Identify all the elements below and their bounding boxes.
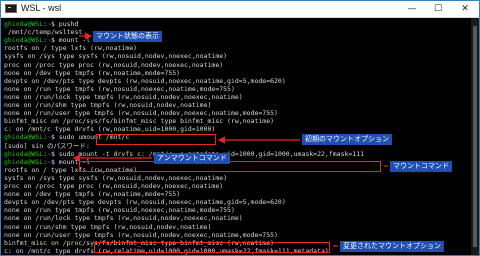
title-bar[interactable]: WSL - wsl — ☐ ✕: [1, 1, 479, 18]
terminal-text: binfmt_misc on /proc/sys/fs/binfmt_misc …: [4, 117, 275, 126]
callout-unmount-command: アンマウントコマンド: [154, 153, 230, 164]
prompt-user: ghioda@WSL: [4, 149, 44, 158]
vertical-scrollbar[interactable]: [471, 18, 479, 255]
callout-mount-command: マウントコマンド: [390, 161, 452, 172]
callout-changed-options: 変更されたマウントオプション: [340, 241, 444, 252]
terminal-text: none on /run/user type tmpfs (rw,nosuid,…: [4, 109, 278, 118]
terminal-text: proc on /proc type proc (rw,nosuid,nodev…: [4, 60, 224, 69]
maximize-button[interactable]: ☐: [425, 1, 451, 17]
prompt-user: ghioda@WSL: [4, 157, 44, 166]
prompt-user: ghioda@WSL: [4, 20, 44, 28]
terminal-text: none on /dev type tmpfs (rw,noatime,mode…: [4, 190, 181, 199]
terminal-text: none on /run/user type tmpfs (rw,nosuid,…: [4, 230, 278, 239]
terminal-text: none on /run/lock type tmpfs (rw,nosuid,…: [4, 92, 243, 101]
terminal-text: none on /dev type tmpfs (rw,noatime,mode…: [4, 68, 181, 77]
terminal-text: rootfs on / type lxfs (rw,noatime): [4, 44, 138, 53]
scrollbar-thumb[interactable]: [473, 26, 477, 247]
terminal-text: proc on /proc type proc (rw,nosuid,nodev…: [4, 182, 224, 190]
prompt-user: ghioda@WSL: [4, 133, 44, 142]
terminal-text: none on /run/lock type tmpfs (rw,nosuid,…: [4, 214, 243, 223]
terminal-text: none on /run/shm type tmpfs (rw,nosuid,n…: [4, 222, 212, 231]
wsl-window: WSL - wsl — ☐ ✕ ghioda@WSL:~$ pushd /mnt…: [0, 0, 480, 256]
close-button[interactable]: ✕: [451, 1, 479, 17]
callout-initial-options: 初期のマウントオプション: [302, 134, 392, 145]
terminal-output[interactable]: ghioda@WSL:~$ pushd /mnt/c/temp/wsltest g…: [1, 18, 471, 255]
window-title: WSL - wsl: [21, 3, 62, 13]
terminal-text: none on /run type tmpfs (rw,nosuid,noexe…: [4, 84, 235, 93]
terminal-text: $ mount -l: [50, 36, 91, 45]
maximize-icon: ☐: [433, 4, 443, 14]
highlight-initial-options: [96, 134, 216, 145]
terminal-text: c: on /mnt/c type drvfs (rw,noatime,uid=…: [4, 125, 216, 134]
minimize-icon: —: [407, 4, 417, 14]
terminal-text: sysfs on /sys type sysfs (rw,nosuid,node…: [4, 173, 228, 182]
terminal-app-icon: [5, 4, 17, 13]
close-icon: ✕: [461, 4, 469, 14]
terminal-text: sysfs on /sys type sysfs (rw,nosuid,node…: [4, 52, 228, 61]
terminal-text: none on /run/shm type tmpfs (rw,nosuid,n…: [4, 101, 212, 109]
highlight-changed-options: [94, 242, 330, 253]
callout-mount-status: マウント状態の表示: [93, 31, 162, 42]
terminal-text: [sudo] sin のパスワード:: [4, 141, 90, 150]
terminal-text: $ pushd: [50, 20, 79, 28]
minimize-button[interactable]: —: [399, 1, 425, 17]
highlight-mount-command: [79, 161, 381, 172]
terminal-text: /mnt/c/temp/wsltest: [4, 28, 83, 37]
terminal-text: devpts on /dev/pts type devpts (rw,nosui…: [4, 76, 286, 85]
terminal-text: devpts on /dev/pts type devpts (rw,nosui…: [4, 198, 286, 207]
prompt-user: ghioda@WSL: [4, 36, 44, 45]
terminal-text: none on /run type tmpfs (rw,nosuid,noexe…: [4, 206, 235, 215]
